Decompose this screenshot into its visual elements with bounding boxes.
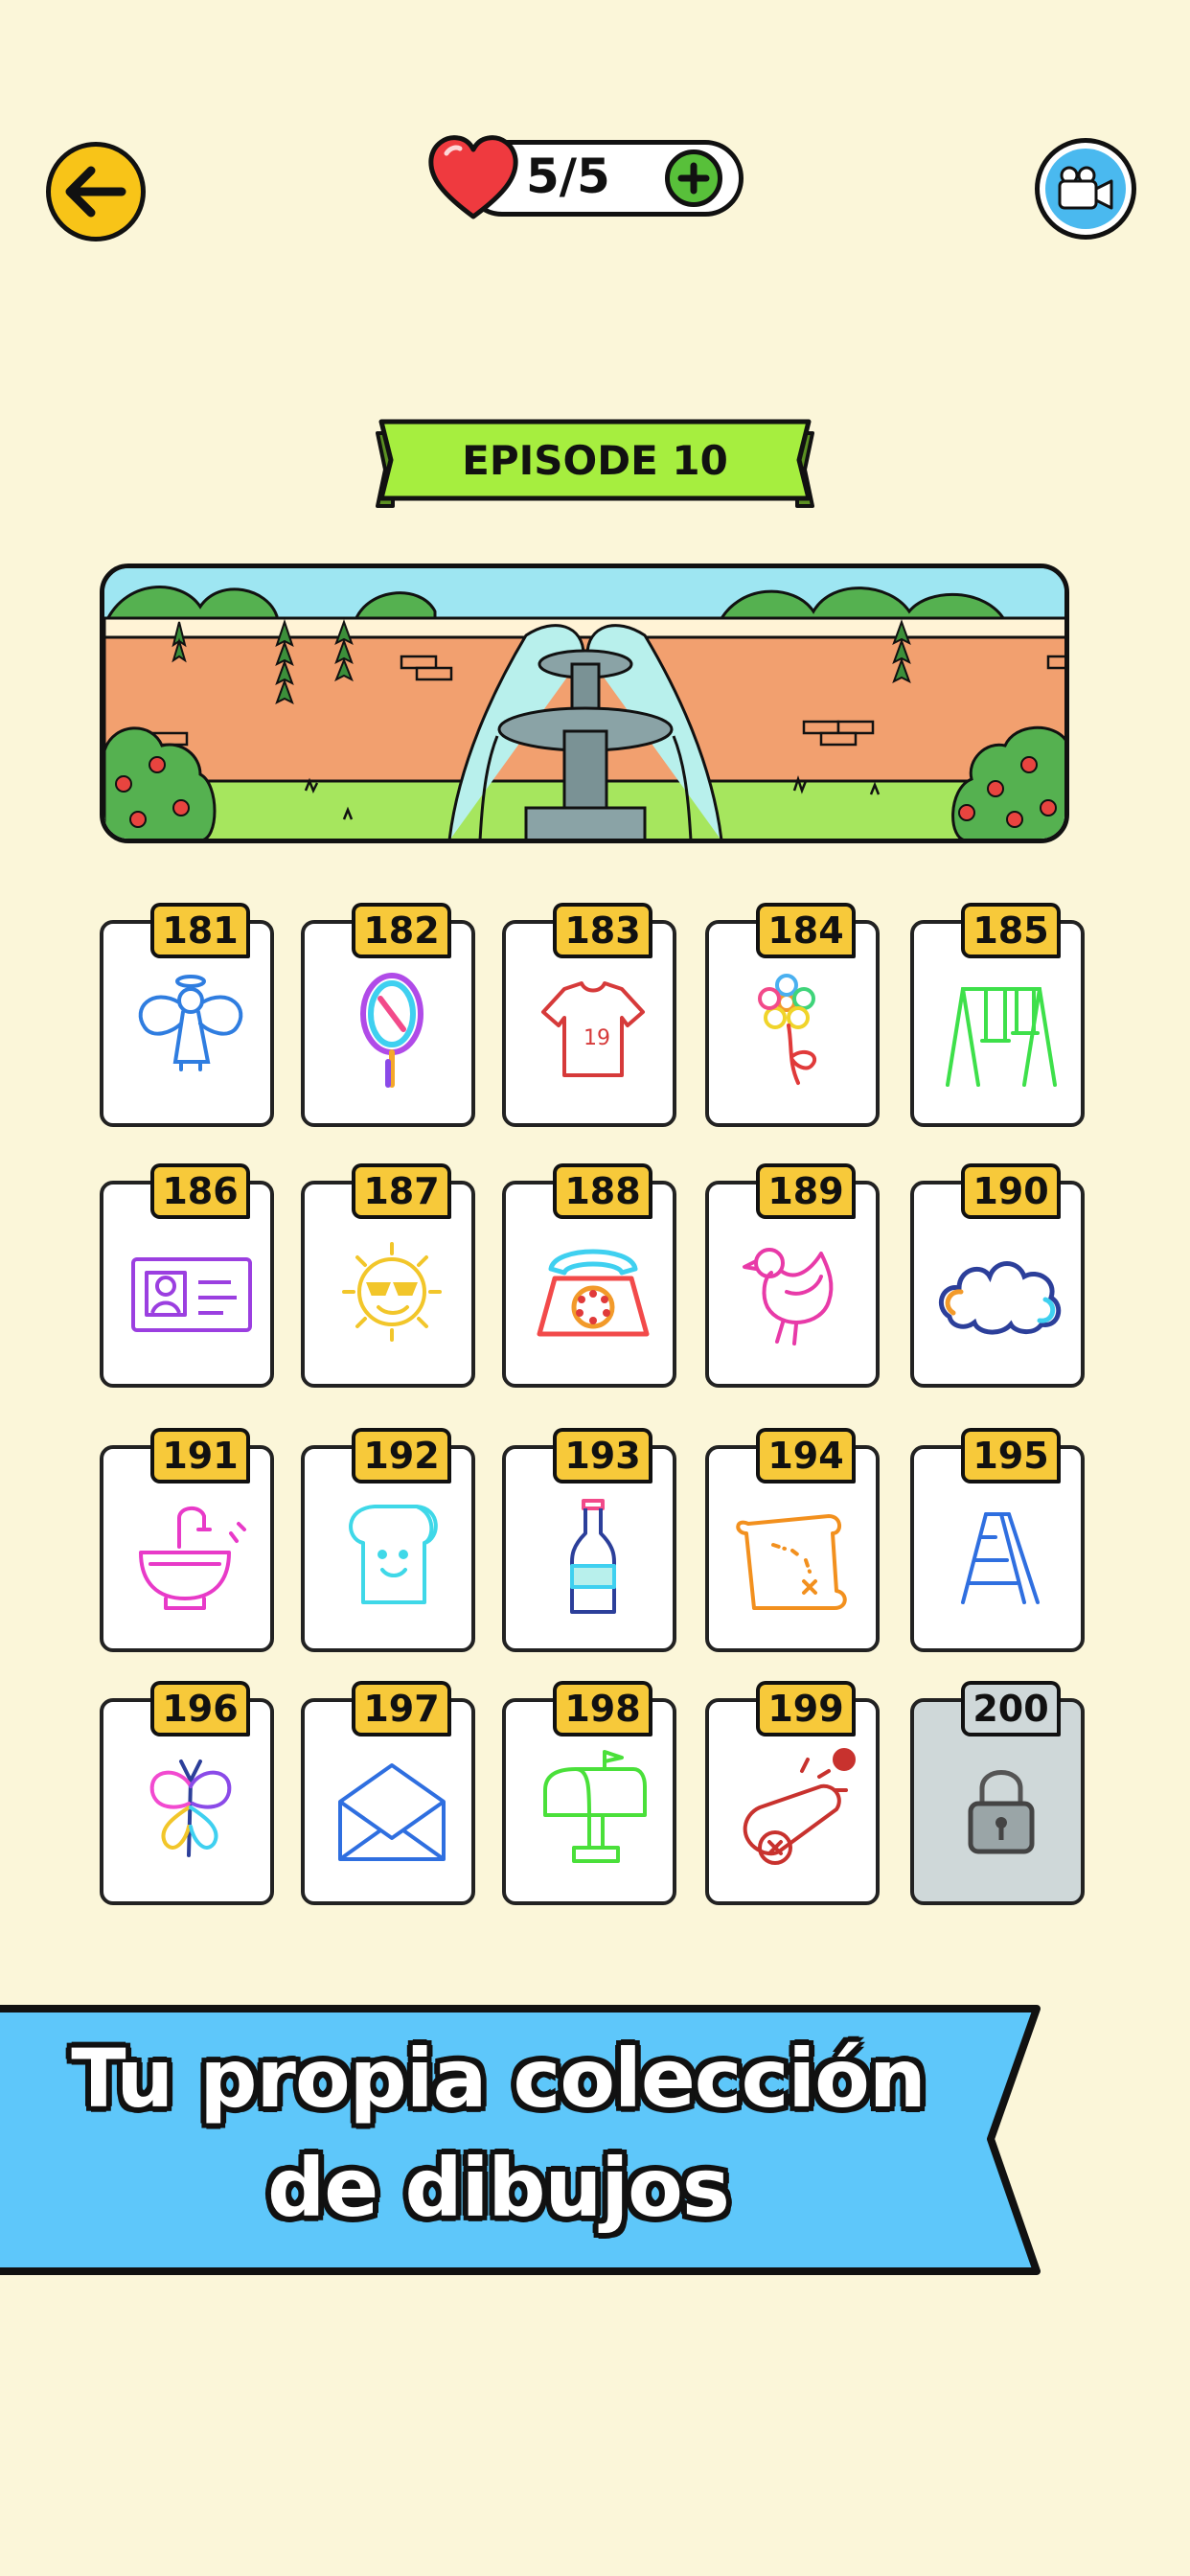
sink-icon xyxy=(139,1506,246,1610)
lives-count: 5/5 xyxy=(526,149,610,204)
bread-icon xyxy=(349,1505,438,1604)
episode-ribbon: EPISODE 10 xyxy=(372,414,818,514)
level-number-badge: 195 xyxy=(961,1428,1061,1484)
back-button[interactable] xyxy=(46,142,146,242)
flower-icon xyxy=(758,974,817,1085)
level-card[interactable]: 195 xyxy=(910,1428,1085,1652)
cloud-icon xyxy=(938,1261,1062,1335)
level-number-badge: 190 xyxy=(961,1163,1061,1219)
butterfly-icon xyxy=(149,1760,232,1857)
add-lives-button[interactable] xyxy=(665,150,722,207)
lock-icon xyxy=(968,1770,1035,1854)
plus-icon xyxy=(677,162,710,195)
level-card[interactable]: 189 xyxy=(705,1163,880,1388)
envelope-icon xyxy=(338,1763,446,1861)
level-card[interactable]: 192 xyxy=(301,1428,475,1652)
tshirt-icon: 19 xyxy=(541,981,645,1077)
episode-scene xyxy=(100,564,1069,843)
level-card[interactable]: 187 xyxy=(301,1163,475,1388)
angel-icon xyxy=(138,975,243,1071)
level-number-badge: 194 xyxy=(756,1428,856,1484)
mirror-icon xyxy=(360,973,423,1088)
lives-counter: 5/5 xyxy=(425,135,745,220)
svg-text:19: 19 xyxy=(584,1026,610,1050)
level-card[interactable]: 183 19 xyxy=(502,903,676,1127)
level-card[interactable]: 185 xyxy=(910,903,1085,1127)
level-card[interactable]: 194 xyxy=(705,1428,880,1652)
level-number-badge: 184 xyxy=(756,903,856,958)
level-number-badge: 200 xyxy=(961,1681,1061,1736)
bottle-icon xyxy=(570,1499,616,1614)
level-card[interactable]: 188 xyxy=(502,1163,676,1388)
video-camera-icon xyxy=(1058,166,1113,210)
level-number-badge: 187 xyxy=(352,1163,451,1219)
id-card-icon xyxy=(131,1257,252,1332)
level-number-badge: 186 xyxy=(150,1163,250,1219)
level-number-badge: 183 xyxy=(553,903,652,958)
level-number-badge: 193 xyxy=(553,1428,652,1484)
bird-icon xyxy=(743,1248,834,1346)
swing-icon xyxy=(946,987,1057,1087)
ladder-icon xyxy=(961,1512,1040,1604)
treasure-map-icon xyxy=(736,1514,847,1610)
arrow-left-icon xyxy=(65,166,126,218)
level-card[interactable]: 199 xyxy=(705,1681,880,1905)
level-number-badge: 189 xyxy=(756,1163,856,1219)
sun-icon xyxy=(342,1242,442,1342)
level-card[interactable]: 196 xyxy=(100,1681,274,1905)
level-number-badge: 182 xyxy=(352,903,451,958)
level-card[interactable]: 191 xyxy=(100,1428,274,1652)
level-number-badge: 197 xyxy=(352,1681,451,1736)
level-card-locked[interactable]: 200 xyxy=(910,1681,1085,1905)
promo-line-2: de dibujos xyxy=(267,2141,730,2235)
level-number-badge: 188 xyxy=(553,1163,652,1219)
level-number-badge: 192 xyxy=(352,1428,451,1484)
promo-banner: Tu propia colección de dibujos xyxy=(0,2003,1044,2277)
heart-icon xyxy=(428,135,518,219)
level-card[interactable]: 184 xyxy=(705,903,880,1127)
level-number-badge: 185 xyxy=(961,903,1061,958)
level-card[interactable]: 193 xyxy=(502,1428,676,1652)
level-card[interactable]: 186 xyxy=(100,1163,274,1388)
level-number-badge: 199 xyxy=(756,1681,856,1736)
level-card[interactable]: 197 xyxy=(301,1681,475,1905)
level-card[interactable]: 198 xyxy=(502,1681,676,1905)
level-number-badge: 191 xyxy=(150,1428,250,1484)
video-button-inner xyxy=(1045,149,1126,229)
video-button[interactable] xyxy=(1035,138,1136,240)
level-number-badge: 181 xyxy=(150,903,250,958)
level-number-badge: 198 xyxy=(553,1681,652,1736)
level-card[interactable]: 190 xyxy=(910,1163,1085,1388)
level-number-badge: 196 xyxy=(150,1681,250,1736)
level-card[interactable]: 182 xyxy=(301,903,475,1127)
episode-title: EPISODE 10 xyxy=(462,436,728,484)
level-card[interactable]: 181 xyxy=(100,903,274,1127)
cannon-icon xyxy=(743,1748,856,1865)
mailbox-icon xyxy=(543,1750,647,1863)
garden-fountain-illustration xyxy=(104,568,1064,839)
promo-line-1: Tu propia colección xyxy=(71,2032,926,2126)
telephone-icon xyxy=(537,1249,650,1337)
